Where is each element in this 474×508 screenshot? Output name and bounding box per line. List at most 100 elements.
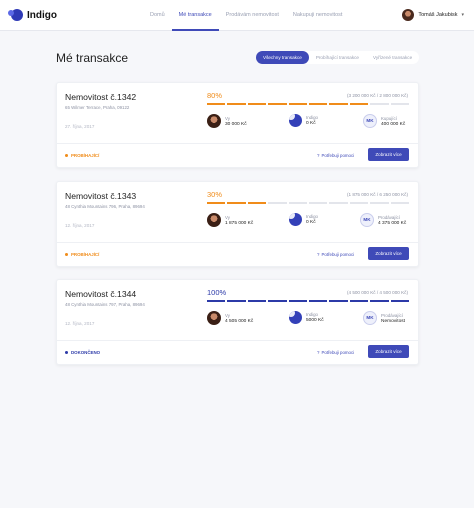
status-text: DOKONČENO [71, 350, 101, 355]
divider [57, 242, 418, 243]
progress-segment [268, 202, 287, 204]
party-role: Vy [225, 312, 230, 318]
party-you: Vy 30 000 Kč [207, 114, 247, 128]
property-title: Nemovitost č.1344 [65, 289, 137, 299]
progress-segment [268, 103, 287, 105]
nav-buying[interactable]: Nakupuji nemovitost [286, 0, 350, 31]
logo-text: Indigo [27, 9, 57, 21]
help-label: Potřebuji pomoci [321, 153, 355, 158]
progress-segment [309, 202, 328, 204]
transaction-card: Nemovitost č.1342 65 Wilmer Terrace, Pra… [56, 82, 419, 168]
nav-home[interactable]: Domů [143, 0, 172, 31]
status-badge: PROBÍHAJÍCÍ [65, 252, 99, 257]
status-text: PROBÍHAJÍCÍ [71, 153, 100, 158]
progress-segment [288, 103, 308, 105]
nav-my-transactions[interactable]: Mé transakce [171, 0, 219, 31]
party-counterparty: MK Prodávající Nemovitost [363, 311, 405, 325]
help-link[interactable]: ? Potřebuji pomoci [317, 153, 354, 158]
progress-segment [227, 300, 246, 302]
property-title: Nemovitost č.1343 [65, 191, 137, 201]
progress-segment [390, 103, 410, 105]
user-name: Tomáš Jakubisk [418, 12, 458, 18]
party-role: Kupující [381, 115, 397, 121]
chevron-down-icon: ▾ [461, 12, 464, 18]
progress-segment [349, 300, 369, 302]
party-indigo: Indigo 5000 Kč [289, 311, 324, 324]
progress-segment [207, 300, 226, 302]
logo[interactable]: Indigo [8, 9, 57, 21]
transaction-card: Nemovitost č.1344 48 Cynthia Mountains 7… [56, 279, 419, 365]
party-value: 400 000 Kč [381, 121, 406, 127]
main-nav: Domů Mé transakce Prodávám nemovitost Na… [143, 0, 349, 31]
party-role: Prodávající [381, 312, 403, 318]
transaction-filter-tabs: Všechny transakce Probíhající transakce … [256, 51, 420, 64]
divider [57, 340, 418, 341]
user-avatar [207, 311, 221, 325]
filter-ongoing[interactable]: Probíhající transakce [309, 51, 366, 64]
progress-segment [207, 202, 226, 204]
party-value: 4 375 000 Kč [378, 220, 407, 226]
party-counterparty: MK Kupující 400 000 Kč [363, 114, 405, 128]
progress-segment [349, 202, 369, 204]
progress-segment [247, 202, 267, 204]
party-role: Indigo [306, 214, 318, 219]
help-icon: ? [317, 350, 320, 355]
progress-segment [329, 202, 348, 204]
status-badge: DOKONČENO [65, 350, 100, 355]
help-label: Potřebuji pomoci [321, 350, 355, 355]
progress-segment [268, 300, 287, 302]
help-link[interactable]: ? Potřebuji pomoci [317, 252, 354, 257]
progress-amount: (1 875 000 Kč / 6 250 000 Kč) [346, 192, 408, 197]
progress-segment [370, 202, 389, 204]
indigo-icon [289, 114, 302, 127]
show-more-button[interactable]: Zobrazit více [368, 345, 409, 358]
progress-segment [390, 300, 410, 302]
party-value: 0 Kč [306, 121, 316, 126]
transaction-date: 27. října, 2017 [65, 124, 95, 129]
counterparty-initials: MK [363, 311, 377, 325]
user-avatar [207, 114, 221, 128]
progress-segment [288, 202, 308, 204]
help-label: Potřebuji pomoci [321, 252, 355, 257]
party-value: 0 Kč [306, 220, 316, 225]
party-indigo: Indigo 0 Kč [289, 213, 318, 226]
filter-all[interactable]: Všechny transakce [256, 51, 309, 64]
progress-percent: 30% [207, 190, 223, 199]
indigo-logo-icon [8, 9, 23, 21]
top-navigation-bar: Indigo Domů Mé transakce Prodávám nemovi… [0, 0, 474, 31]
progress-segment [329, 300, 348, 302]
filter-completed[interactable]: Vyřízené transakce [366, 51, 419, 64]
party-you: Vy 1 875 000 Kč [207, 213, 253, 227]
transaction-card: Nemovitost č.1343 48 Cynthia Mountains 7… [56, 181, 419, 267]
progress-bar [207, 300, 410, 302]
party-role: Prodávající [378, 214, 400, 220]
progress-segment [227, 202, 246, 204]
status-dot-icon [65, 154, 68, 157]
nav-selling[interactable]: Prodávám nemovitost [219, 0, 286, 31]
progress-segment [247, 103, 267, 105]
party-counterparty: MK Prodávající 4 375 000 Kč [360, 213, 406, 227]
property-address: 65 Wilmer Terrace, Praha, 09122 [65, 105, 130, 110]
progress-bar [207, 103, 410, 105]
progress-segment [247, 300, 267, 302]
status-dot-icon [65, 253, 68, 256]
progress-percent: 100% [207, 288, 227, 297]
progress-segment [349, 103, 369, 105]
avatar [402, 9, 415, 21]
help-icon: ? [317, 153, 320, 158]
progress-bar [207, 202, 410, 204]
progress-segment [207, 103, 226, 105]
user-menu[interactable]: Tomáš Jakubisk ▾ [402, 9, 464, 21]
party-value: 30 000 Kč [225, 121, 247, 127]
progress-percent: 80% [207, 91, 223, 100]
progress-amount: (3 200 000 Kč / 2 800 000 Kč) [346, 93, 408, 98]
party-role: Vy [225, 214, 230, 220]
party-indigo: Indigo 0 Kč [289, 114, 318, 127]
show-more-button[interactable]: Zobrazit více [368, 247, 409, 260]
status-dot-icon [65, 351, 68, 354]
counterparty-initials: MK [360, 213, 374, 227]
property-address: 48 Cynthia Mountains 796, Praha, 89694 [65, 204, 145, 209]
help-link[interactable]: ? Potřebuji pomoci [317, 350, 354, 355]
show-more-button[interactable]: Zobrazit více [368, 148, 409, 161]
progress-segment [309, 300, 328, 302]
